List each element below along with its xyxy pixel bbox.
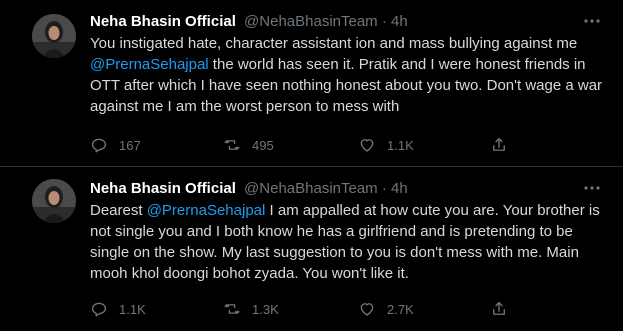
reply-icon — [91, 302, 107, 317]
tweet-actions: 167 495 1.1K — [90, 135, 590, 155]
tweet-text-part: Dearest — [90, 202, 147, 219]
share-button[interactable] — [490, 299, 519, 319]
separator-dot: · — [381, 13, 387, 30]
retweet-icon — [224, 140, 240, 150]
tweet-text: Dearest @PrernaSehajpal I am appalled at… — [90, 200, 610, 284]
tweet-text-part: You instigated hate, character assistant… — [90, 35, 578, 52]
like-button[interactable]: 1.1K — [358, 135, 414, 155]
reply-button[interactable]: 167 — [90, 135, 141, 155]
retweet-count: 1.3K — [252, 301, 279, 317]
avatar[interactable] — [32, 179, 76, 223]
separator-dot: · — [381, 180, 387, 197]
display-name[interactable]: Neha Bhasin Official — [90, 13, 236, 30]
avatar-image — [32, 14, 76, 58]
tweet-header: Neha Bhasin Official @NehaBhasinTeam · 4… — [90, 179, 613, 199]
tweet-content: Neha Bhasin Official @NehaBhasinTeam · 4… — [90, 12, 613, 153]
like-button[interactable]: 2.7K — [358, 299, 414, 319]
reply-icon — [91, 138, 107, 153]
tweet-header: Neha Bhasin Official @NehaBhasinTeam · 4… — [90, 12, 613, 32]
reply-count: 1.1K — [119, 301, 146, 317]
more-icon[interactable] — [583, 179, 601, 203]
like-count: 2.7K — [387, 301, 414, 317]
heart-icon — [360, 303, 374, 316]
mention-link[interactable]: @PrernaSehajpal — [147, 202, 266, 219]
tweet-text: You instigated hate, character assistant… — [90, 33, 610, 117]
tweet-content: Neha Bhasin Official @NehaBhasinTeam · 4… — [90, 179, 613, 317]
avatar[interactable] — [32, 14, 76, 58]
tweet[interactable]: Neha Bhasin Official @NehaBhasinTeam · 4… — [0, 0, 623, 167]
share-icon — [493, 137, 505, 151]
share-icon — [493, 301, 505, 315]
timeline: Neha Bhasin Official @NehaBhasinTeam · 4… — [0, 0, 623, 331]
retweet-icon — [224, 304, 240, 314]
retweet-button[interactable]: 1.3K — [223, 299, 279, 319]
retweet-button[interactable]: 495 — [223, 135, 274, 155]
reply-button[interactable]: 1.1K — [90, 299, 146, 319]
display-name[interactable]: Neha Bhasin Official — [90, 180, 236, 197]
like-count: 1.1K — [387, 137, 414, 153]
mention-link[interactable]: @PrernaSehajpal — [90, 56, 209, 73]
tweet-actions: 1.1K 1.3K 2.7K — [90, 299, 590, 319]
user-handle[interactable]: @NehaBhasinTeam — [244, 180, 378, 197]
avatar-image — [32, 179, 76, 223]
share-button[interactable] — [490, 135, 519, 155]
user-handle[interactable]: @NehaBhasinTeam — [244, 13, 378, 30]
timestamp[interactable]: 4h — [391, 180, 408, 197]
retweet-count: 495 — [252, 137, 274, 153]
reply-count: 167 — [119, 137, 141, 153]
more-icon[interactable] — [583, 12, 601, 36]
timestamp[interactable]: 4h — [391, 13, 408, 30]
tweet[interactable]: Neha Bhasin Official @NehaBhasinTeam · 4… — [0, 167, 623, 331]
heart-icon — [360, 139, 374, 152]
